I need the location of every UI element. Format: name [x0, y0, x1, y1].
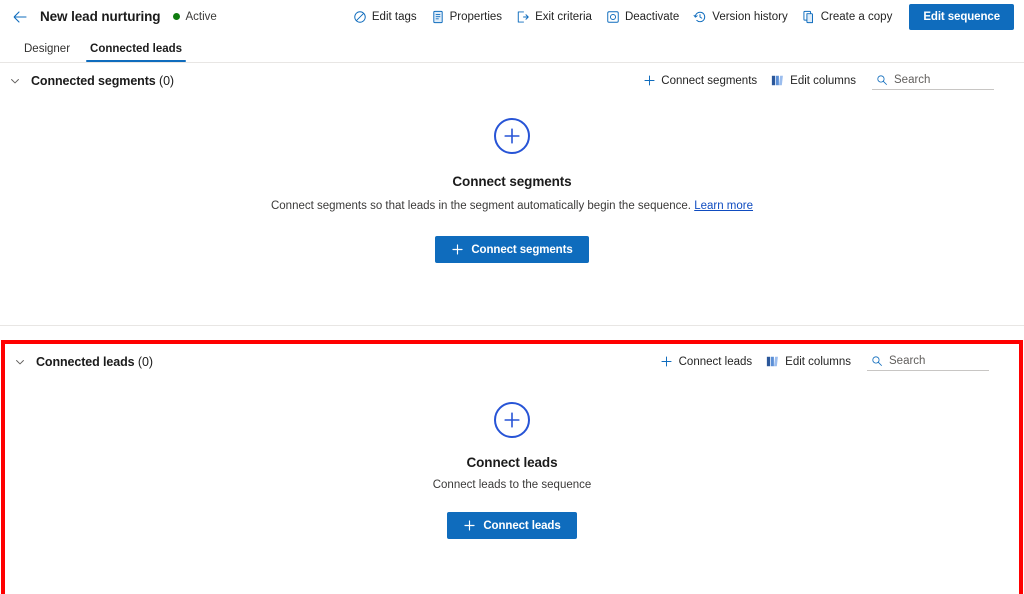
tab-connected-leads[interactable]: Connected leads	[80, 43, 192, 62]
edit-columns-icon	[771, 74, 785, 88]
connected-leads-highlight-box: Connected leads (0) Connect leads Edit c…	[1, 340, 1023, 594]
edit-columns-icon	[766, 355, 780, 369]
connected-segments-section: Connected segments (0) Connect segments	[0, 63, 1024, 326]
command-label: Properties	[449, 10, 503, 23]
action-label: Edit columns	[785, 355, 851, 368]
leads-section-header: Connected leads (0) Connect leads Edit c…	[5, 344, 1019, 379]
section-divider	[0, 325, 1024, 326]
leads-empty-title: Connect leads	[466, 455, 558, 470]
segments-empty-title: Connect segments	[452, 174, 572, 189]
segments-empty-description-text: Connect segments so that leads in the se…	[270, 200, 691, 212]
action-label: Edit columns	[790, 74, 856, 87]
segments-collapse-toggle[interactable]	[4, 70, 26, 92]
leads-empty-description: Connect leads to the sequence	[432, 479, 592, 491]
command-properties[interactable]: Properties	[424, 6, 509, 28]
status-badge: Active	[173, 10, 217, 23]
command-label: Deactivate	[624, 10, 680, 23]
leads-empty-state: Connect leads Connect leads to the seque…	[5, 379, 1019, 539]
status-dot-icon	[173, 13, 181, 20]
segments-title-text: Connected segments	[31, 73, 156, 88]
copy-icon	[802, 10, 816, 24]
leads-search-input[interactable]	[889, 355, 987, 367]
edit-columns-action-segments[interactable]: Edit columns	[765, 70, 862, 92]
chevron-down-icon	[14, 356, 26, 368]
history-icon	[693, 10, 707, 24]
command-edit-tags[interactable]: Edit tags	[346, 6, 424, 28]
command-exit-criteria[interactable]: Exit criteria	[509, 6, 599, 28]
cta-label: Connect segments	[471, 243, 573, 256]
segments-empty-description: Connect segments so that leads in the se…	[271, 200, 753, 212]
command-create-a-copy[interactable]: Create a copy	[795, 6, 900, 28]
page-title: New lead nurturing	[40, 9, 161, 24]
connect-leads-cta[interactable]: Connect leads	[447, 512, 577, 539]
command-label: Exit criteria	[535, 10, 592, 23]
leads-count: (0)	[137, 354, 153, 369]
plus-circle-icon	[494, 402, 530, 438]
command-deactivate[interactable]: Deactivate	[599, 6, 686, 28]
leads-actions: Connect leads Edit columns	[654, 351, 989, 373]
exit-icon	[516, 10, 530, 24]
leads-title-text: Connected leads	[36, 354, 135, 369]
segments-section-header: Connected segments (0) Connect segments	[0, 63, 1024, 98]
connect-leads-action[interactable]: Connect leads	[654, 351, 759, 373]
leads-search-box[interactable]	[867, 352, 989, 371]
segments-section-title: Connected segments (0)	[31, 74, 174, 88]
plus-icon	[642, 74, 656, 88]
edit-sequence-button[interactable]: Edit sequence	[909, 3, 1014, 30]
action-label: Connect leads	[678, 355, 753, 368]
edit-columns-action-leads[interactable]: Edit columns	[760, 351, 857, 373]
connected-leads-section: Connected leads (0) Connect leads Edit c…	[5, 344, 1019, 539]
search-icon	[871, 355, 883, 367]
back-button[interactable]	[8, 5, 32, 29]
status-label: Active	[185, 10, 217, 23]
leads-collapse-toggle[interactable]	[9, 351, 31, 373]
segments-search-box[interactable]	[872, 71, 994, 90]
action-label: Connect segments	[661, 74, 758, 87]
segments-actions: Connect segments Edit columns	[636, 70, 994, 92]
arrow-left-icon	[12, 9, 28, 25]
plus-circle-icon	[494, 118, 530, 154]
cta-label: Connect leads	[483, 519, 561, 532]
deactivate-icon	[606, 10, 620, 24]
command-bar: Edit tags Properties Exit criteria Deact…	[346, 3, 1014, 30]
learn-more-link[interactable]: Learn more	[694, 200, 753, 212]
segments-search-input[interactable]	[894, 74, 992, 86]
connect-segments-action[interactable]: Connect segments	[636, 70, 763, 92]
connect-segments-cta[interactable]: Connect segments	[435, 236, 589, 263]
tab-designer[interactable]: Designer	[14, 43, 80, 62]
search-icon	[876, 74, 888, 86]
leads-section-title: Connected leads (0)	[36, 355, 153, 369]
segments-empty-state: Connect segments Connect segments so tha…	[0, 98, 1024, 263]
segments-count: (0)	[159, 73, 174, 88]
app-header: New lead nurturing Active Edit tags Prop…	[0, 0, 1024, 33]
command-version-history[interactable]: Version history	[686, 6, 794, 28]
chevron-down-icon	[9, 75, 21, 87]
command-label: Version history	[712, 10, 788, 23]
tab-bar: Designer Connected leads	[0, 33, 1024, 63]
plus-icon	[660, 355, 674, 369]
command-label: Edit tags	[371, 10, 417, 23]
document-properties-icon	[431, 10, 445, 24]
command-label: Create a copy	[820, 10, 893, 23]
tag-icon	[353, 10, 367, 24]
